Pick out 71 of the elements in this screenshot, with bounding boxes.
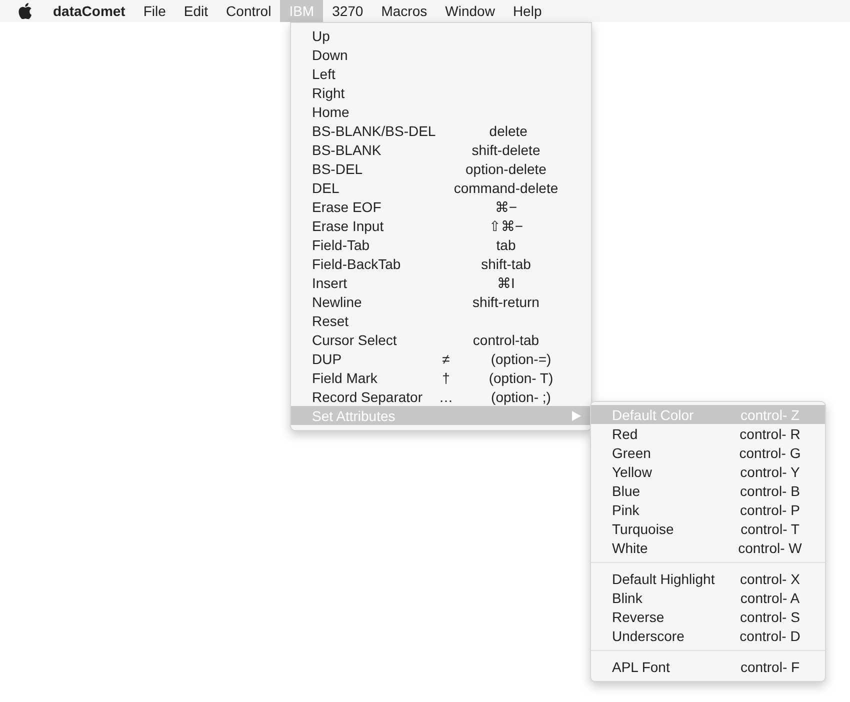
shortcut-text: control- W <box>737 540 803 556</box>
menu-title[interactable]: 3270 <box>323 0 372 22</box>
menu-item[interactable]: White control- W <box>591 538 825 557</box>
shortcut-text: (option- T) <box>488 370 554 386</box>
shortcut-text: tab <box>495 236 517 252</box>
menu-title[interactable]: File <box>134 0 175 22</box>
menu-item[interactable]: Green control- G <box>591 443 825 462</box>
shortcut-text: shift-delete <box>470 142 542 158</box>
menu-item[interactable]: Default Highlight control- X <box>591 569 825 588</box>
menu-item[interactable]: Reset <box>291 311 591 330</box>
shortcut-text: control- F <box>739 658 801 674</box>
menu-item[interactable]: Up <box>291 26 591 45</box>
menu-title[interactable]: Macros <box>372 0 436 22</box>
shortcut-text: control- A <box>739 590 801 606</box>
menu-item[interactable]: Field-BackTab shift-tab <box>291 254 591 273</box>
menu-item[interactable]: Down <box>291 45 591 64</box>
shortcut-symbol: † <box>441 370 451 386</box>
menu-item[interactable]: DUP ≠ (option-=) <box>291 349 591 368</box>
menu-item[interactable]: Field-Tab tab <box>291 235 591 254</box>
shortcut-text: control- T <box>740 520 800 536</box>
shortcut-text: ⌘I <box>496 274 516 290</box>
shortcut-text: (option-=) <box>490 350 552 366</box>
menu-item[interactable]: BS-DEL option-delete <box>291 159 591 178</box>
shortcut-text: control- S <box>739 608 801 624</box>
shortcut-text: control- D <box>738 628 802 644</box>
apple-logo-icon[interactable] <box>18 3 32 19</box>
shortcut-text: control- R <box>738 426 802 442</box>
menu-item[interactable]: BS-BLANK/BS-DEL delete <box>291 121 591 140</box>
shortcut-text: command-delete <box>452 180 560 196</box>
menu-title[interactable]: Help <box>504 0 551 22</box>
menu-item[interactable]: Pink control- P <box>591 500 825 519</box>
shortcut-symbol: ≠ <box>441 350 451 366</box>
menu-item[interactable]: Insert ⌘I <box>291 273 591 292</box>
menu-item[interactable]: Yellow control- Y <box>591 462 825 481</box>
menu-item[interactable]: Blue control- B <box>591 481 825 500</box>
menu-item[interactable]: Record Separator … (option- ;) <box>291 387 591 406</box>
shortcut-text: control- B <box>739 482 801 498</box>
menu-item[interactable]: Home <box>291 102 591 121</box>
shortcut-text: delete <box>488 122 528 138</box>
shortcut-text: control- P <box>739 502 801 518</box>
menu-title[interactable]: Control <box>217 0 280 22</box>
shortcut-text: (option- ;) <box>490 388 552 404</box>
app-menu[interactable]: dataComet <box>44 0 134 22</box>
menu-title[interactable]: Window <box>436 0 504 22</box>
shortcut-text: control- G <box>738 444 802 460</box>
menu-item[interactable]: Newline shift-return <box>291 292 591 311</box>
menu-item[interactable]: Erase EOF ⌘− <box>291 197 591 216</box>
shortcut-text: option-delete <box>464 160 548 176</box>
menu-item[interactable]: Reverse control- S <box>591 607 825 626</box>
menu-item[interactable]: Blink control- A <box>591 588 825 607</box>
shortcut-text: ⇧⌘− <box>488 218 524 234</box>
shortcut-text: control-tab <box>472 332 540 348</box>
shortcut-text: control- Z <box>739 406 801 422</box>
menu-item[interactable]: Turquoise control- T <box>591 519 825 538</box>
menu-item[interactable]: Red control- R <box>591 424 825 443</box>
menu-item[interactable]: Right <box>291 83 591 102</box>
shortcut-text: control- X <box>739 570 801 586</box>
menu-item[interactable]: Erase Input ⇧⌘− <box>291 216 591 235</box>
shortcut-text: ⌘− <box>494 198 518 214</box>
menu-item[interactable]: BS-BLANK shift-delete <box>291 140 591 159</box>
shortcut-text: control- Y <box>739 464 801 480</box>
shortcut-text: shift-return <box>472 294 540 310</box>
menu-title[interactable]: Edit <box>174 0 218 22</box>
shortcut-symbol: … <box>438 388 454 404</box>
menu-item[interactable]: Underscore control- D <box>591 626 825 645</box>
menu-item[interactable]: Cursor Select control-tab <box>291 330 591 349</box>
menu-item[interactable]: DEL command-delete <box>291 178 591 197</box>
menu-item[interactable]: Field Mark † (option- T) <box>291 368 591 387</box>
shortcut-text: shift-tab <box>480 256 532 272</box>
menu-item[interactable]: Left <box>291 64 591 83</box>
menu-item[interactable]: APL Font control- F <box>591 657 825 676</box>
